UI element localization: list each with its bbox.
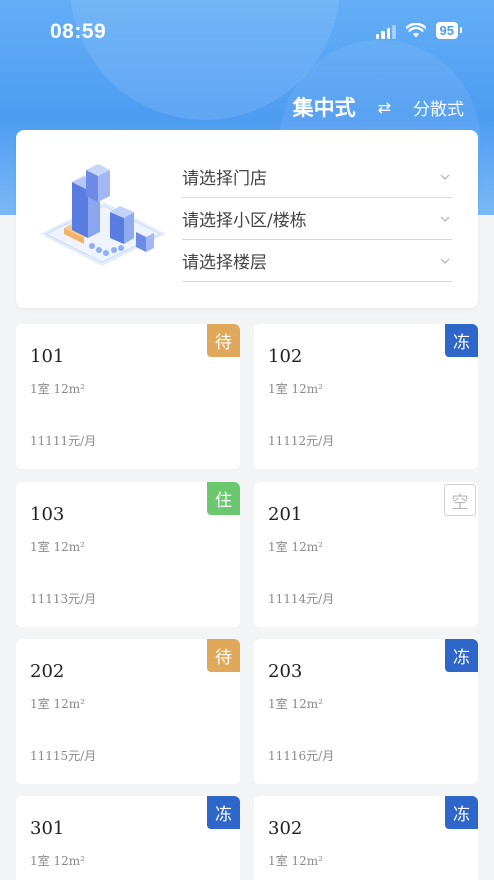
room-number: 103 — [30, 504, 65, 525]
room-spec: 1室 12m² — [268, 540, 323, 554]
room-card[interactable]: 103 1室 12m² 11113元/月 住 — [16, 482, 240, 627]
room-spec: 1室 12m² — [268, 854, 323, 868]
store-select[interactable]: 请选择门店 — [182, 156, 452, 198]
room-spec: 1室 12m² — [268, 382, 323, 396]
filter-card: 请选择门店 请选择小区/楼栋 请选择楼层 — [16, 130, 478, 308]
room-card[interactable]: 102 1室 12m² 11112元/月 冻 — [254, 324, 478, 469]
status-badge: 住 — [207, 482, 240, 515]
floor-select[interactable]: 请选择楼层 — [182, 240, 452, 282]
room-spec: 1室 12m² — [30, 540, 85, 554]
chevron-down-icon — [440, 174, 450, 180]
room-card[interactable]: 302 1室 12m² 冻 — [254, 796, 478, 880]
status-badge: 空 — [444, 484, 476, 516]
chevron-down-icon — [440, 216, 450, 222]
room-number: 202 — [30, 661, 65, 682]
room-number: 203 — [268, 661, 303, 682]
status-bar: 08:59 95 — [0, 0, 494, 66]
battery-indicator: 95 — [435, 22, 463, 39]
mode-distributed-tab[interactable]: 分散式 — [413, 95, 464, 120]
mode-switch: 集中式 ⇄ 分散式 — [293, 92, 464, 122]
room-spec: 1室 12m² — [30, 854, 85, 868]
room-number: 101 — [30, 346, 65, 367]
status-badge: 冻 — [445, 639, 478, 672]
status-badge: 待 — [207, 324, 240, 357]
swap-icon[interactable]: ⇄ — [378, 98, 391, 117]
mode-centralized-tab[interactable]: 集中式 — [293, 92, 356, 122]
community-select[interactable]: 请选择小区/楼栋 — [182, 198, 452, 240]
cellular-signal-icon — [375, 23, 396, 39]
status-badge: 待 — [207, 639, 240, 672]
status-time: 08:59 — [50, 20, 107, 43]
room-price: 11116元/月 — [268, 749, 335, 763]
room-card[interactable]: 101 1室 12m² 11111元/月 待 — [16, 324, 240, 469]
status-badge: 冻 — [445, 796, 478, 829]
room-card[interactable]: 201 1室 12m² 11114元/月 空 — [254, 482, 478, 627]
status-badge: 冻 — [445, 324, 478, 357]
room-price: 11115元/月 — [30, 749, 97, 763]
room-number: 301 — [30, 818, 65, 839]
room-card[interactable]: 301 1室 12m² 冻 — [16, 796, 240, 880]
chevron-down-icon — [440, 258, 450, 264]
room-spec: 1室 12m² — [30, 697, 85, 711]
store-select-label: 请选择门店 — [182, 169, 267, 189]
status-icons: 95 — [375, 22, 463, 39]
room-number: 302 — [268, 818, 303, 839]
room-spec: 1室 12m² — [268, 697, 323, 711]
room-spec: 1室 12m² — [30, 382, 85, 396]
room-price: 11112元/月 — [268, 434, 335, 448]
room-price: 11113元/月 — [30, 592, 97, 606]
room-number: 201 — [268, 504, 303, 525]
room-number: 102 — [268, 346, 303, 367]
status-badge: 冻 — [207, 796, 240, 829]
room-card[interactable]: 202 1室 12m² 11115元/月 待 — [16, 639, 240, 784]
room-price: 11111元/月 — [30, 434, 97, 448]
community-select-label: 请选择小区/楼栋 — [182, 211, 307, 231]
building-illustration-icon — [40, 164, 166, 266]
floor-select-label: 请选择楼层 — [182, 253, 267, 273]
wifi-icon — [405, 23, 426, 38]
room-price: 11114元/月 — [268, 592, 335, 606]
room-card[interactable]: 203 1室 12m² 11116元/月 冻 — [254, 639, 478, 784]
